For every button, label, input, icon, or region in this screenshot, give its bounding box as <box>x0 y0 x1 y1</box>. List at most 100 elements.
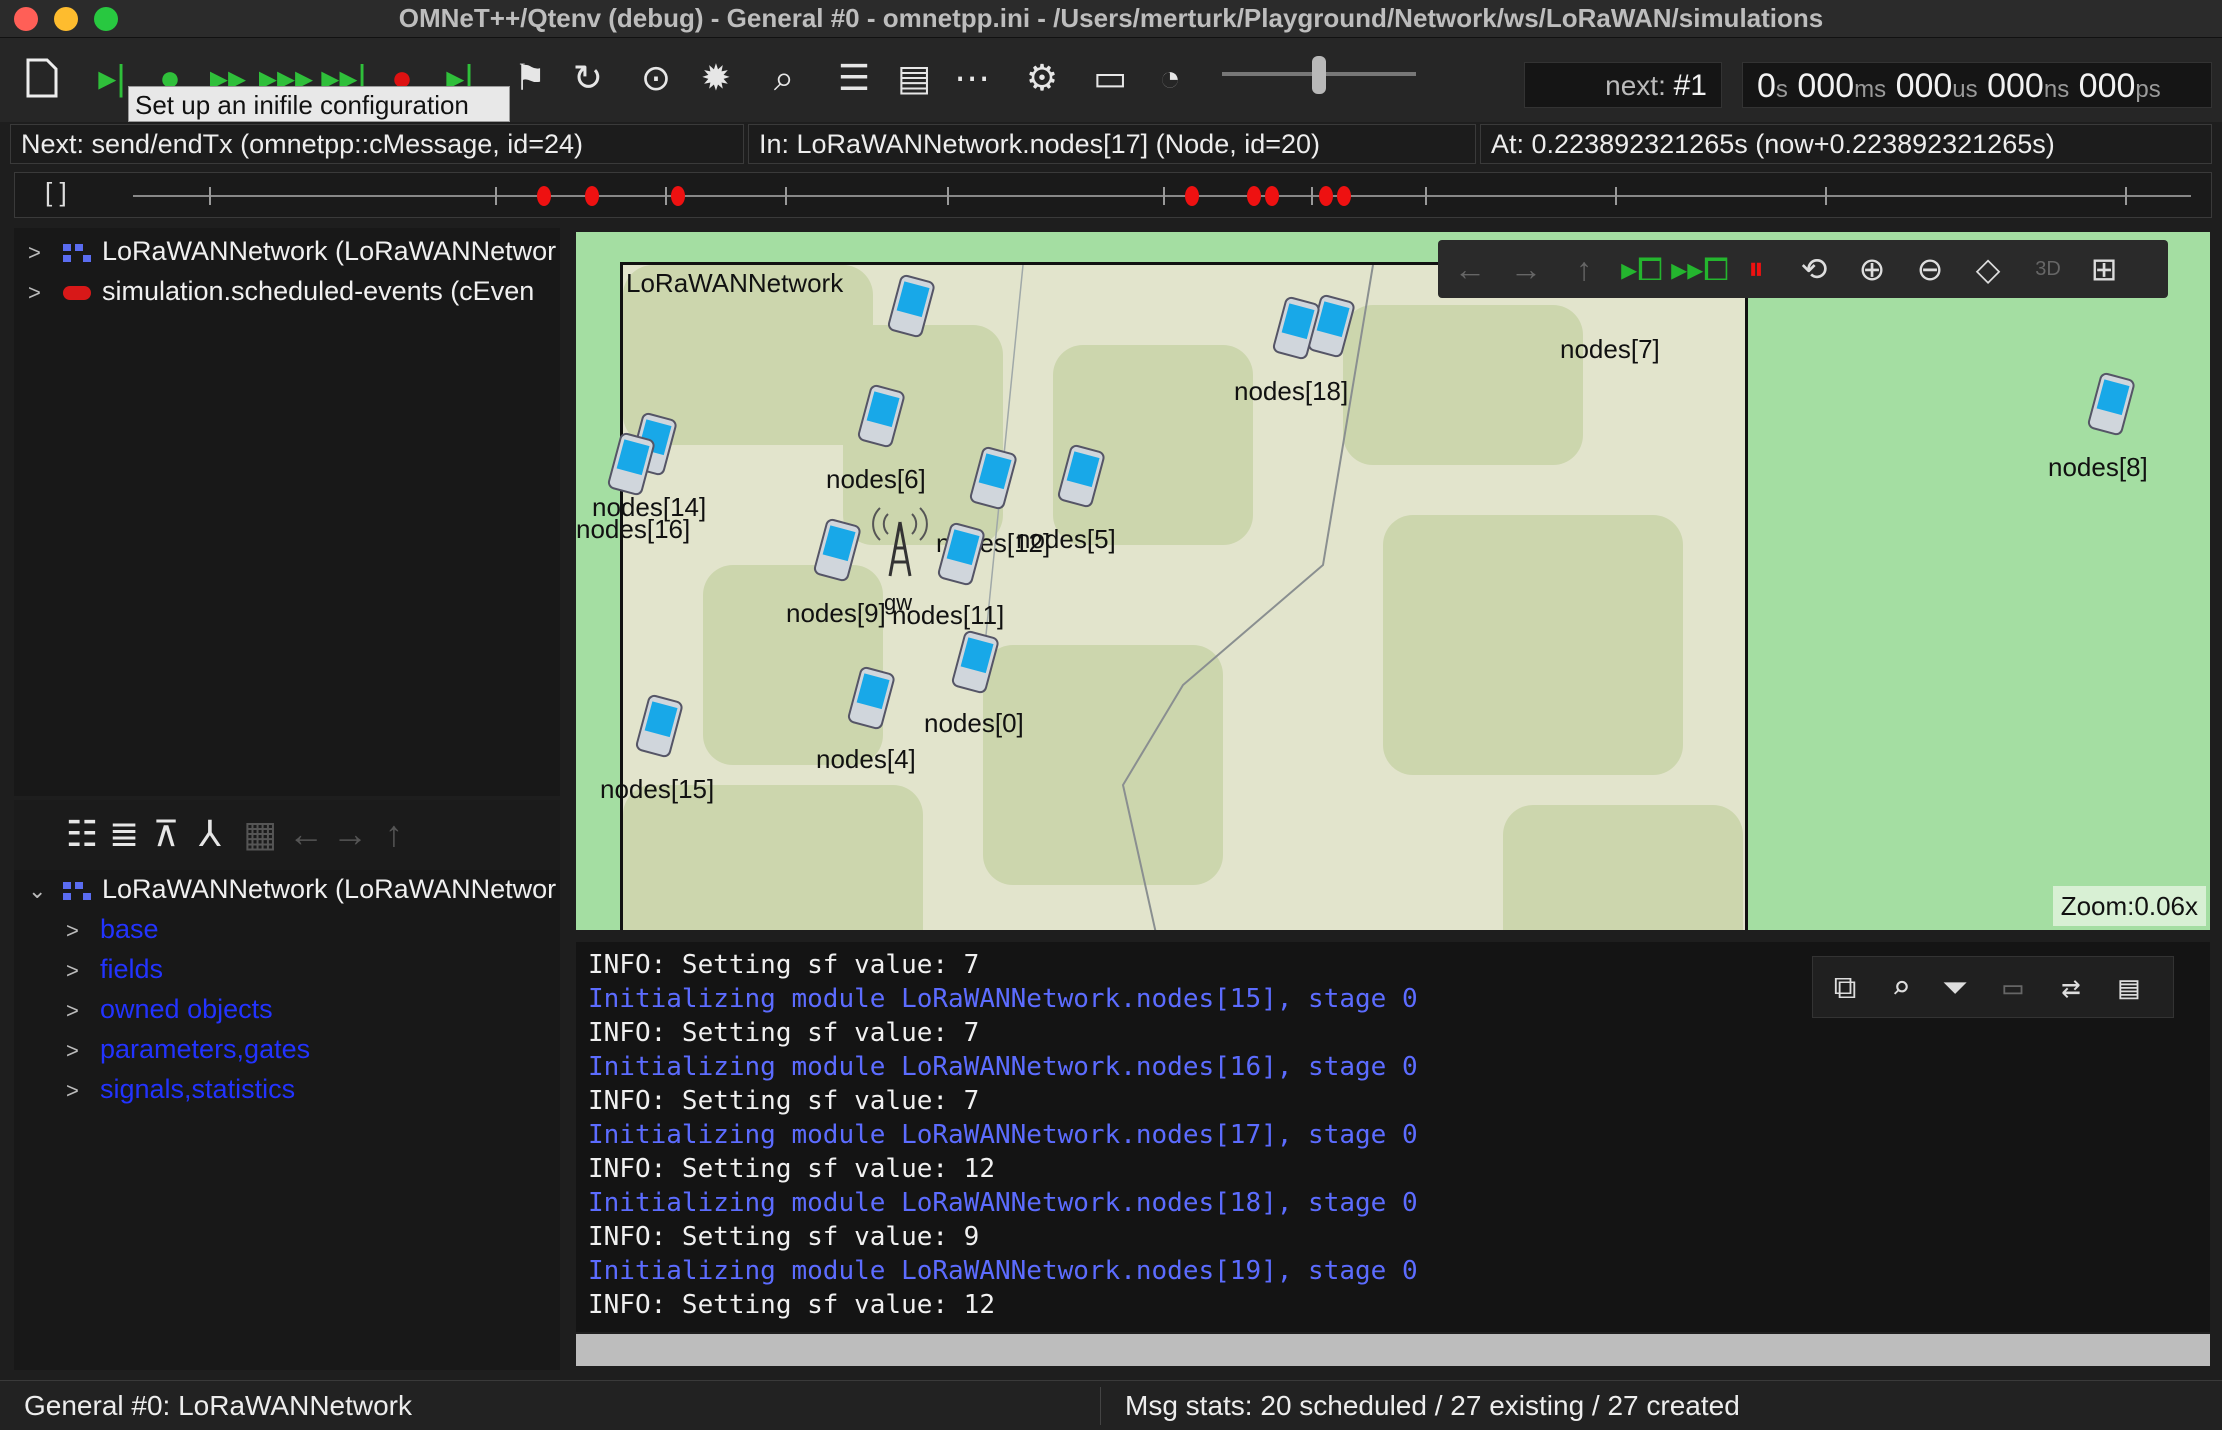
flag-icon[interactable]: ⚑ <box>506 54 554 102</box>
timeline-event-marker[interactable] <box>1185 186 1199 206</box>
grouped-list-icon[interactable]: ☷ <box>58 810 106 858</box>
zoom-out-icon[interactable]: ⊖ <box>1906 245 1954 293</box>
flat-list-icon[interactable]: ≣ <box>100 810 148 858</box>
node-15-icon[interactable] <box>624 692 694 762</box>
node-label-4[interactable]: nodes[4] <box>816 744 916 775</box>
timeline-event-marker[interactable] <box>1319 186 1333 206</box>
inspector-group-signals-statistics[interactable]: > signals,statistics <box>66 1070 295 1108</box>
relayout-icon[interactable]: ⟲ <box>1790 245 1838 293</box>
fast-run-until-icon[interactable]: ▸▸⧠ <box>1671 245 1729 293</box>
back-arrow-icon[interactable]: ← <box>282 810 330 858</box>
3d-view-icon[interactable]: 3D <box>2024 245 2072 293</box>
tree-item-scheduled-events[interactable]: > simulation.scheduled-events (cEven <box>28 272 534 310</box>
list-view-icon[interactable]: ☰ <box>830 54 878 102</box>
timeline-event-marker[interactable] <box>1337 186 1351 206</box>
timeline-event-marker[interactable] <box>537 186 551 206</box>
node-label-5[interactable]: nodes[5] <box>1016 524 1116 555</box>
group-label: signals,statistics <box>100 1074 296 1104</box>
inspector-group-parameters-gates[interactable]: > parameters,gates <box>66 1030 310 1068</box>
timeline-icon[interactable]: ⋯ <box>948 54 996 102</box>
node-label-7[interactable]: nodes[7] <box>1560 334 1660 365</box>
node-label-15[interactable]: nodes[15] <box>600 774 714 805</box>
node-label-9[interactable]: nodes[9] <box>786 598 886 629</box>
node-label-8[interactable]: nodes[8] <box>2048 452 2148 483</box>
chevron-right-icon[interactable]: > <box>66 1032 100 1070</box>
status-bar: General #0: LoRaWANNetwork Msg stats: 20… <box>0 1380 2222 1430</box>
layers-icon[interactable]: ◇ <box>1964 245 2012 293</box>
node-label-0[interactable]: nodes[0] <box>924 708 1024 739</box>
filter-icon[interactable]: ⏷ <box>1931 963 1979 1011</box>
node-4-icon[interactable] <box>836 664 906 734</box>
chevron-right-icon[interactable]: > <box>28 274 62 312</box>
node-label-18[interactable]: nodes[18] <box>1234 376 1348 407</box>
zoom-in-icon[interactable]: ⊕ <box>1848 245 1896 293</box>
message-mode-icon[interactable]: ⇄ <box>2047 963 2095 1011</box>
time-ms: 000 <box>1797 67 1855 105</box>
inspector-root[interactable]: ⌄ LoRaWANNetwork (LoRaWANNetwor <box>28 870 556 908</box>
find-icon[interactable]: ⌕ <box>1877 963 1925 1011</box>
chevron-right-icon[interactable]: > <box>66 912 100 950</box>
timeline-event-marker[interactable] <box>1247 186 1261 206</box>
speedometer-icon[interactable]: ◔ <box>1146 54 1194 102</box>
node-9-icon[interactable] <box>802 516 872 586</box>
tree-item-network[interactable]: > LoRaWANNetwork (LoRaWANNetwor <box>28 232 556 270</box>
settings-gear-icon[interactable]: ⚙ <box>1018 54 1066 102</box>
log-line: Initializing module LoRaWANNetwork.nodes… <box>588 1120 1418 1150</box>
network-canvas[interactable]: LoRaWANNetwork nodes[18] nodes[7] nodes[… <box>576 232 2210 930</box>
node-16-icon[interactable] <box>596 430 666 500</box>
node-8-icon[interactable] <box>2076 370 2146 440</box>
node-12-icon[interactable] <box>958 444 1028 514</box>
run-until-next-event-icon[interactable]: ▸⧠ <box>1618 245 1666 293</box>
node-6-icon[interactable] <box>846 382 916 452</box>
node-label-6[interactable]: nodes[6] <box>826 464 926 495</box>
video-record-icon[interactable]: ▭ <box>1086 54 1134 102</box>
go-to-parent-icon[interactable]: ↑ <box>1560 245 1608 293</box>
gateway-antenna-icon[interactable] <box>868 504 932 578</box>
event-timeline[interactable]: [ ] <box>14 172 2212 218</box>
log-panel[interactable]: INFO: Setting sf value: 7 Initializing mo… <box>576 942 2210 1332</box>
copy-icon[interactable]: ⧉ <box>1821 963 1869 1011</box>
log-view-icon[interactable]: ▤ <box>2105 963 2153 1011</box>
node-icon[interactable] <box>876 272 946 342</box>
tooltip: Set up an inifile configuration <box>128 86 510 122</box>
inspector-group-base[interactable]: > base <box>66 910 159 948</box>
debug-icon[interactable]: ✹ <box>692 54 740 102</box>
network-name-label: LoRaWANNetwork <box>626 268 844 298</box>
node-label-16[interactable]: nodes[16] <box>576 514 690 545</box>
node-0-icon[interactable] <box>940 628 1010 698</box>
log-horizontal-scrollbar[interactable] <box>576 1334 2210 1366</box>
inheritance-icon[interactable]: ⊼ <box>142 810 190 858</box>
timeline-event-marker[interactable] <box>585 186 599 206</box>
switch-view-icon[interactable]: ⊞ <box>2080 245 2128 293</box>
chevron-down-icon[interactable]: ⌄ <box>28 872 62 910</box>
forward-arrow-icon[interactable]: → <box>1502 245 1550 293</box>
stop-icon[interactable]: ⏸ <box>1732 245 1780 293</box>
up-arrow-icon[interactable]: ↑ <box>370 810 418 858</box>
forward-arrow-icon[interactable]: → <box>326 810 374 858</box>
timeline-event-marker[interactable] <box>671 186 685 206</box>
gateway-label[interactable]: gw <box>884 590 912 616</box>
chevron-right-icon[interactable]: > <box>66 952 100 990</box>
timeline-event-marker[interactable] <box>1265 186 1279 206</box>
layout-icon[interactable]: ▦ <box>236 810 284 858</box>
inspector-root-label: LoRaWANNetwork (LoRaWANNetwor <box>102 874 557 904</box>
node-5-icon[interactable] <box>1046 442 1116 512</box>
node-11-icon[interactable] <box>926 520 996 590</box>
tree-children-icon[interactable]: ⅄ <box>186 810 234 858</box>
new-document-icon[interactable] <box>18 54 66 102</box>
back-arrow-icon[interactable]: ← <box>1446 245 1494 293</box>
chevron-right-icon[interactable]: > <box>66 1072 100 1110</box>
timeline-axis <box>133 195 2191 197</box>
inspector-group-fields[interactable]: > fields <box>66 950 163 988</box>
log-line: INFO: Setting sf value: 7 <box>588 950 980 980</box>
node-18-icon[interactable] <box>1261 294 1331 364</box>
record-icon[interactable]: ⊙ <box>632 54 680 102</box>
chevron-right-icon[interactable]: > <box>28 234 62 272</box>
speed-slider-handle[interactable] <box>1312 56 1326 94</box>
inspector-group-owned-objects[interactable]: > owned objects <box>66 990 273 1028</box>
log-settings-icon[interactable]: ▭ <box>1989 963 2037 1011</box>
chevron-right-icon[interactable]: > <box>66 992 100 1030</box>
split-view-icon[interactable]: ▤ <box>890 54 938 102</box>
rebuild-icon[interactable]: ↻ <box>564 54 612 102</box>
search-icon[interactable]: ⌕ <box>760 54 808 102</box>
